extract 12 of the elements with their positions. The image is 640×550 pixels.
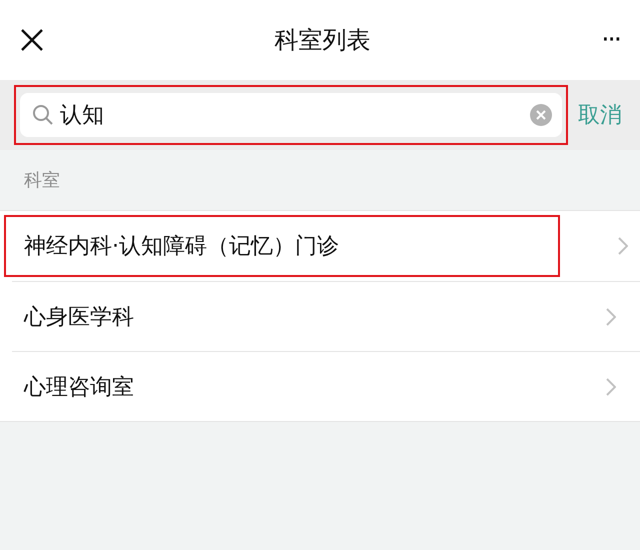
section-label: 科室 [24,169,60,192]
page-title: 科室列表 [274,25,371,56]
close-icon[interactable] [20,28,44,52]
search-field[interactable]: 认知 [20,93,562,137]
more-icon[interactable]: ··· [601,25,620,55]
list-item[interactable]: 心理咨询室 [12,351,640,421]
chevron-icon [618,237,628,255]
list-item[interactable]: 心身医学科 [12,281,640,351]
search-icon [32,104,54,126]
chevron-icon [606,308,616,326]
list-item[interactable]: 神经内科·认知障碍（记忆）门诊 [0,211,564,281]
chevron-icon [606,378,616,396]
